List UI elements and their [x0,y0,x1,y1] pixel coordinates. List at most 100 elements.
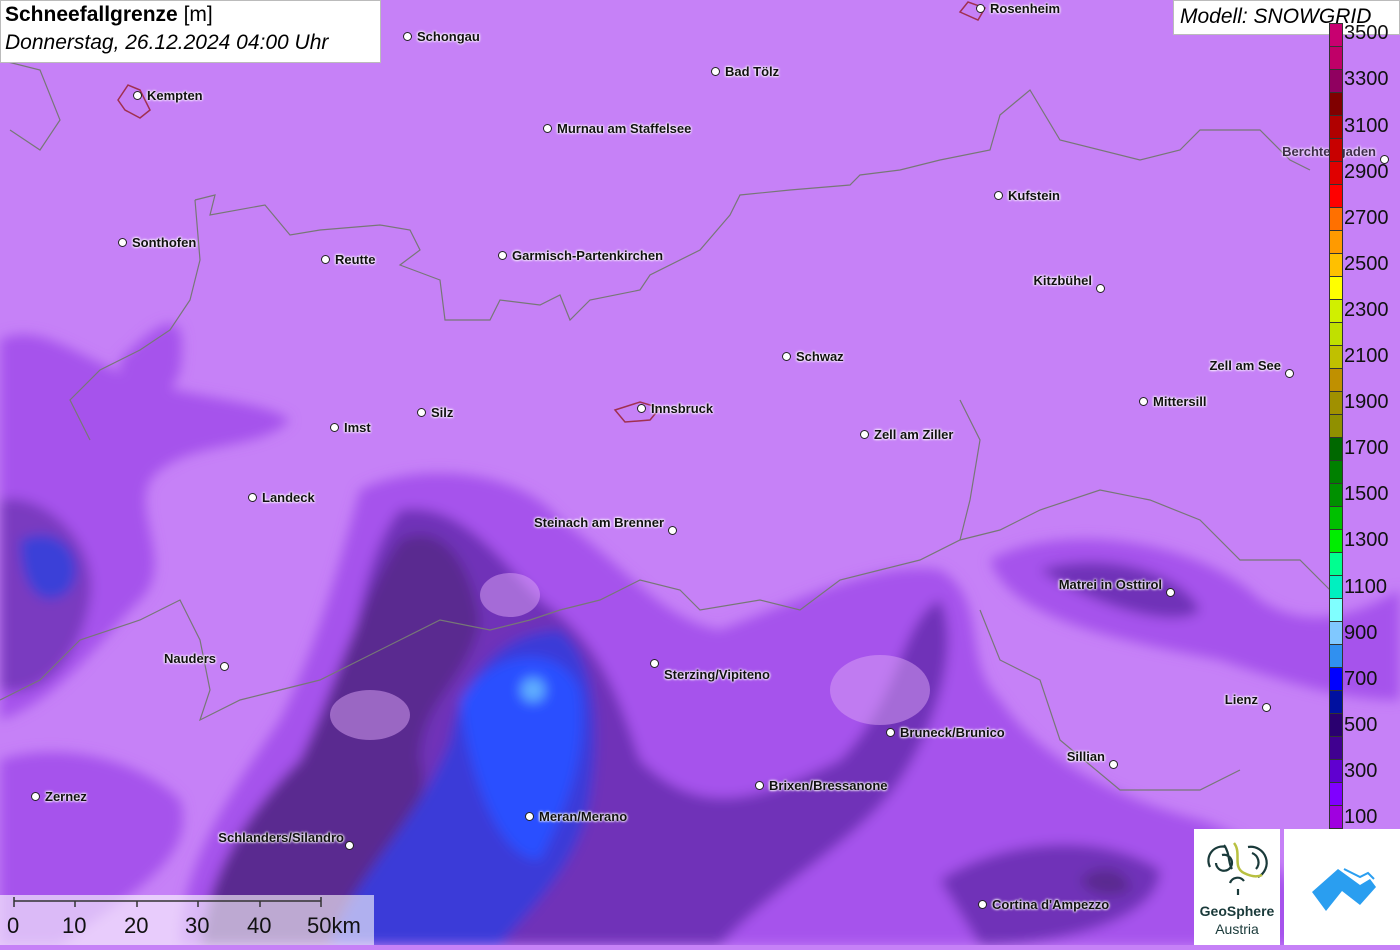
legend-color-cell [1330,460,1342,483]
legend-color-cell [1330,92,1342,115]
snowgrid-logo[interactable] [1284,829,1400,945]
city-label[interactable]: Reutte [335,252,375,267]
city-label[interactable]: Steinach am Brenner [534,515,664,530]
scale-bar: 0 10 20 30 40 50km [0,895,374,945]
legend-color-cell [1330,690,1342,713]
city-label[interactable]: Landeck [262,490,315,505]
legend-label: 1300 [1344,529,1389,552]
city-marker-icon[interactable] [1262,703,1271,712]
city-marker-icon[interactable] [1109,760,1118,769]
city-label[interactable]: Schwaz [796,349,844,364]
city-marker-icon[interactable] [637,404,646,413]
city-marker-icon[interactable] [31,792,40,801]
legend-color-cell [1330,506,1342,529]
city-label[interactable]: Murnau am Staffelsee [557,121,691,136]
city-label[interactable]: Sillian [1067,749,1105,764]
legend-color-cell [1330,414,1342,437]
legend-color-cell [1330,345,1342,368]
city-label[interactable]: Kitzbühel [1034,273,1093,288]
legend-color-cell [1330,483,1342,506]
city-marker-icon[interactable] [525,812,534,821]
city-label[interactable]: Silz [431,405,453,420]
city-marker-icon[interactable] [330,423,339,432]
legend-label: 3300 [1344,68,1389,91]
city-label[interactable]: Zell am Ziller [874,427,953,442]
city-label[interactable]: Schlanders/Silandro [218,830,344,845]
city-label[interactable]: Lienz [1225,692,1258,707]
city-marker-icon[interactable] [978,900,987,909]
city-label[interactable]: Sonthofen [132,235,196,250]
parameter-name: Schneefallgrenze [5,3,178,26]
city-label[interactable]: Mittersill [1153,394,1206,409]
city-marker-icon[interactable] [755,781,764,790]
city-marker-icon[interactable] [321,255,330,264]
city-marker-icon[interactable] [1166,588,1175,597]
legend-color-cell [1330,184,1342,207]
legend-label: 2500 [1344,252,1389,275]
city-label[interactable]: Rosenheim [990,1,1060,16]
city-label[interactable]: Kempten [147,88,203,103]
city-label[interactable]: Meran/Merano [539,809,627,824]
city-marker-icon[interactable] [1139,397,1148,406]
legend-color-cell [1330,552,1342,575]
city-label[interactable]: Zell am See [1209,358,1281,373]
map-title-box: Schneefallgrenze [m] Donnerstag, 26.12.2… [0,0,381,63]
city-label[interactable]: Brixen/Bressanone [769,778,888,793]
city-marker-icon[interactable] [1096,284,1105,293]
legend-label: 3500 [1344,22,1389,45]
city-label[interactable]: Imst [344,420,371,435]
geosphere-emblem-icon [1207,842,1268,895]
city-marker-icon[interactable] [220,662,229,671]
legend-label: 1100 [1344,575,1388,598]
city-marker-icon[interactable] [118,238,127,247]
city-marker-icon[interactable] [782,352,791,361]
scale-bar-line [13,897,322,907]
legend-color-cell [1330,24,1342,46]
legend-color-cell [1330,598,1342,621]
city-label[interactable]: Cortina d'Ampezzo [992,897,1109,912]
legend-color-cell [1330,276,1342,299]
city-marker-icon[interactable] [650,659,659,668]
city-label[interactable]: Zernez [45,789,87,804]
city-label[interactable]: Nauders [164,651,216,666]
legend-label: 1700 [1344,437,1389,460]
legend-color-cell [1330,230,1342,253]
city-marker-icon[interactable] [668,526,677,535]
legend-color-cell [1330,667,1342,690]
city-label[interactable]: Garmisch-Partenkirchen [512,248,663,263]
city-marker-icon[interactable] [860,430,869,439]
city-marker-icon[interactable] [994,191,1003,200]
city-label[interactable]: Schongau [417,29,480,44]
geosphere-austria-logo[interactable]: GeoSphere Austria [1194,829,1280,945]
city-label[interactable]: Bad Tölz [725,64,779,79]
city-label[interactable]: Matrei in Osttirol [1059,577,1162,592]
city-marker-icon[interactable] [543,124,552,133]
city-marker-icon[interactable] [976,4,985,13]
legend-color-cell [1330,391,1342,414]
legend-color-cell [1330,805,1342,828]
forecast-datetime: Donnerstag, 26.12.2024 04:00 Uhr [5,31,329,54]
city-label[interactable]: Sterzing/Vipiteno [664,667,770,682]
city-marker-icon[interactable] [345,841,354,850]
legend-color-cell [1330,621,1342,644]
legend-color-cell [1330,437,1342,460]
legend-color-cell [1330,736,1342,759]
city-marker-icon[interactable] [711,67,720,76]
city-marker-icon[interactable] [417,408,426,417]
city-marker-icon[interactable] [886,728,895,737]
city-marker-icon[interactable] [248,493,257,502]
city-marker-icon[interactable] [1285,369,1294,378]
city-label[interactable]: Bruneck/Brunico [900,725,1005,740]
city-marker-icon[interactable] [498,251,507,260]
city-label[interactable]: Innsbruck [651,401,713,416]
legend-label: 2300 [1344,298,1389,321]
legend-label: 300 [1344,759,1378,782]
legend-label: 2100 [1344,345,1389,367]
city-label[interactable]: Kufstein [1008,188,1060,203]
legend-color-cell [1330,138,1342,161]
legend-color-cell [1330,644,1342,667]
snowfall-limit-map[interactable] [0,0,1400,945]
city-marker-icon[interactable] [133,91,142,100]
city-marker-icon[interactable] [403,32,412,41]
scale-tick: 20 [124,913,149,938]
